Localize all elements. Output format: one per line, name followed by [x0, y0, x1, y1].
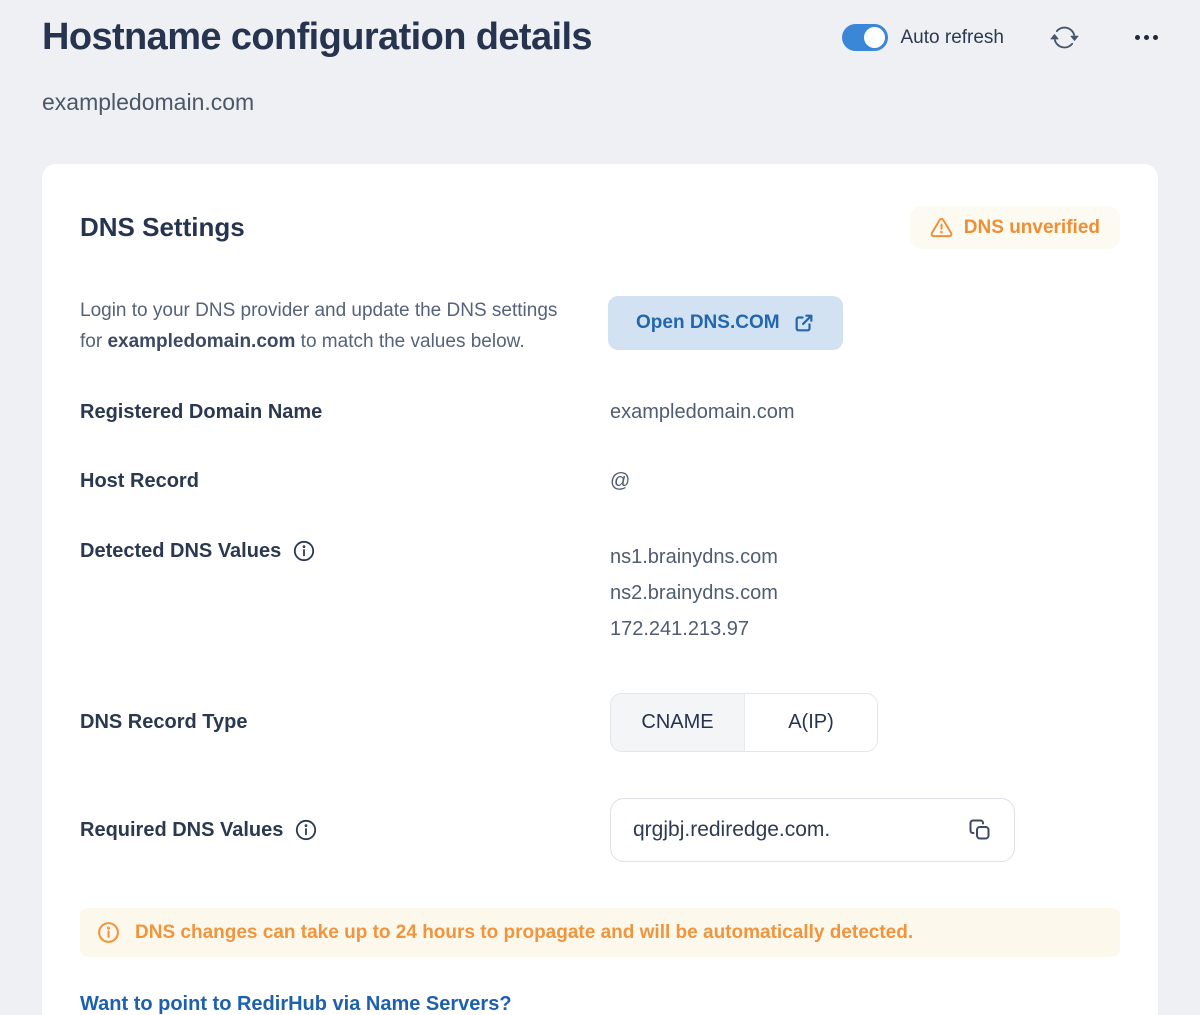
info-circle-icon[interactable] [294, 818, 318, 842]
card-header: DNS Settings DNS unverified [80, 206, 1120, 249]
intro-text: Login to your DNS provider and update th… [80, 300, 558, 352]
field-required-dns: Required DNS Values qrgjbj.rediredge.com… [80, 798, 1120, 862]
notice-text: DNS changes can take up to 24 hours to p… [135, 921, 914, 943]
record-type-option-aip[interactable]: A(IP) [744, 694, 877, 751]
record-type-option-cname[interactable]: CNAME [611, 694, 744, 751]
auto-refresh-label: Auto refresh [900, 26, 1005, 48]
host-record-value: @ [610, 470, 631, 492]
dns-settings-card: DNS Settings DNS unverified Login to you… [42, 164, 1158, 1015]
intro-row: Login to your DNS provider and update th… [80, 295, 1120, 357]
info-circle-icon[interactable] [292, 539, 316, 563]
page-header: Hostname configuration details Auto refr… [42, 16, 1158, 59]
detected-dns-value-2: ns2.brainydns.com [610, 582, 778, 604]
page-subtitle-domain: exampledomain.com [42, 89, 255, 115]
warning-triangle-icon [930, 216, 953, 239]
open-dns-provider-button[interactable]: Open DNS.COM [608, 296, 843, 350]
detected-dns-values: ns1.brainydns.com ns2.brainydns.com 172.… [610, 539, 778, 647]
required-dns-value-box[interactable]: qrgjbj.rediredge.com. [610, 798, 1015, 862]
detected-dns-label: Detected DNS Values [80, 539, 282, 562]
field-host-record: Host Record @ [80, 470, 1120, 493]
page-title: Hostname configuration details [42, 16, 593, 58]
auto-refresh-toggle[interactable] [841, 24, 888, 51]
refresh-button[interactable] [1050, 23, 1079, 52]
detected-dns-value-1: ns1.brainydns.com [610, 546, 778, 568]
intro-domain: exampledomain.com [107, 331, 296, 352]
field-detected-dns: Detected DNS Values ns1.brainydns.com ns… [80, 539, 1120, 647]
hostname-configuration-page: Hostname configuration details Auto refr… [0, 0, 1200, 1015]
refresh-sync-icon [1050, 23, 1079, 52]
copy-button[interactable] [968, 818, 992, 842]
field-record-type: DNS Record Type CNAME A(IP) [80, 693, 1120, 752]
dns-status-badge: DNS unverified [909, 206, 1120, 249]
record-type-label: DNS Record Type [80, 711, 248, 733]
required-dns-label: Required DNS Values [80, 818, 284, 841]
toggle-knob [863, 27, 885, 48]
record-type-segmented-control: CNAME A(IP) [610, 693, 878, 752]
copy-icon [968, 818, 992, 842]
more-options-button[interactable] [1135, 35, 1158, 40]
dns-status-label: DNS unverified [963, 216, 1100, 238]
ellipsis-menu-icon [1135, 35, 1140, 40]
dns-propagation-notice: DNS changes can take up to 24 hours to p… [80, 908, 1120, 957]
info-circle-icon [96, 920, 121, 945]
host-record-label: Host Record [80, 470, 199, 492]
registered-domain-label: Registered Domain Name [80, 401, 323, 423]
open-dns-button-label: Open DNS.COM [636, 312, 780, 333]
field-registered-domain: Registered Domain Name exampledomain.com [80, 401, 1120, 424]
header-actions: Auto refresh [841, 23, 1158, 52]
dns-fields: Registered Domain Name exampledomain.com… [80, 401, 1120, 862]
detected-dns-value-3: 172.241.213.97 [610, 618, 750, 640]
dns-settings-title: DNS Settings [80, 212, 245, 242]
registered-domain-value: exampledomain.com [610, 401, 795, 423]
external-link-icon [793, 312, 815, 334]
nameserver-link[interactable]: Want to point to RedirHub via Name Serve… [80, 993, 512, 1015]
required-dns-value: qrgjbj.rediredge.com. [633, 818, 831, 841]
